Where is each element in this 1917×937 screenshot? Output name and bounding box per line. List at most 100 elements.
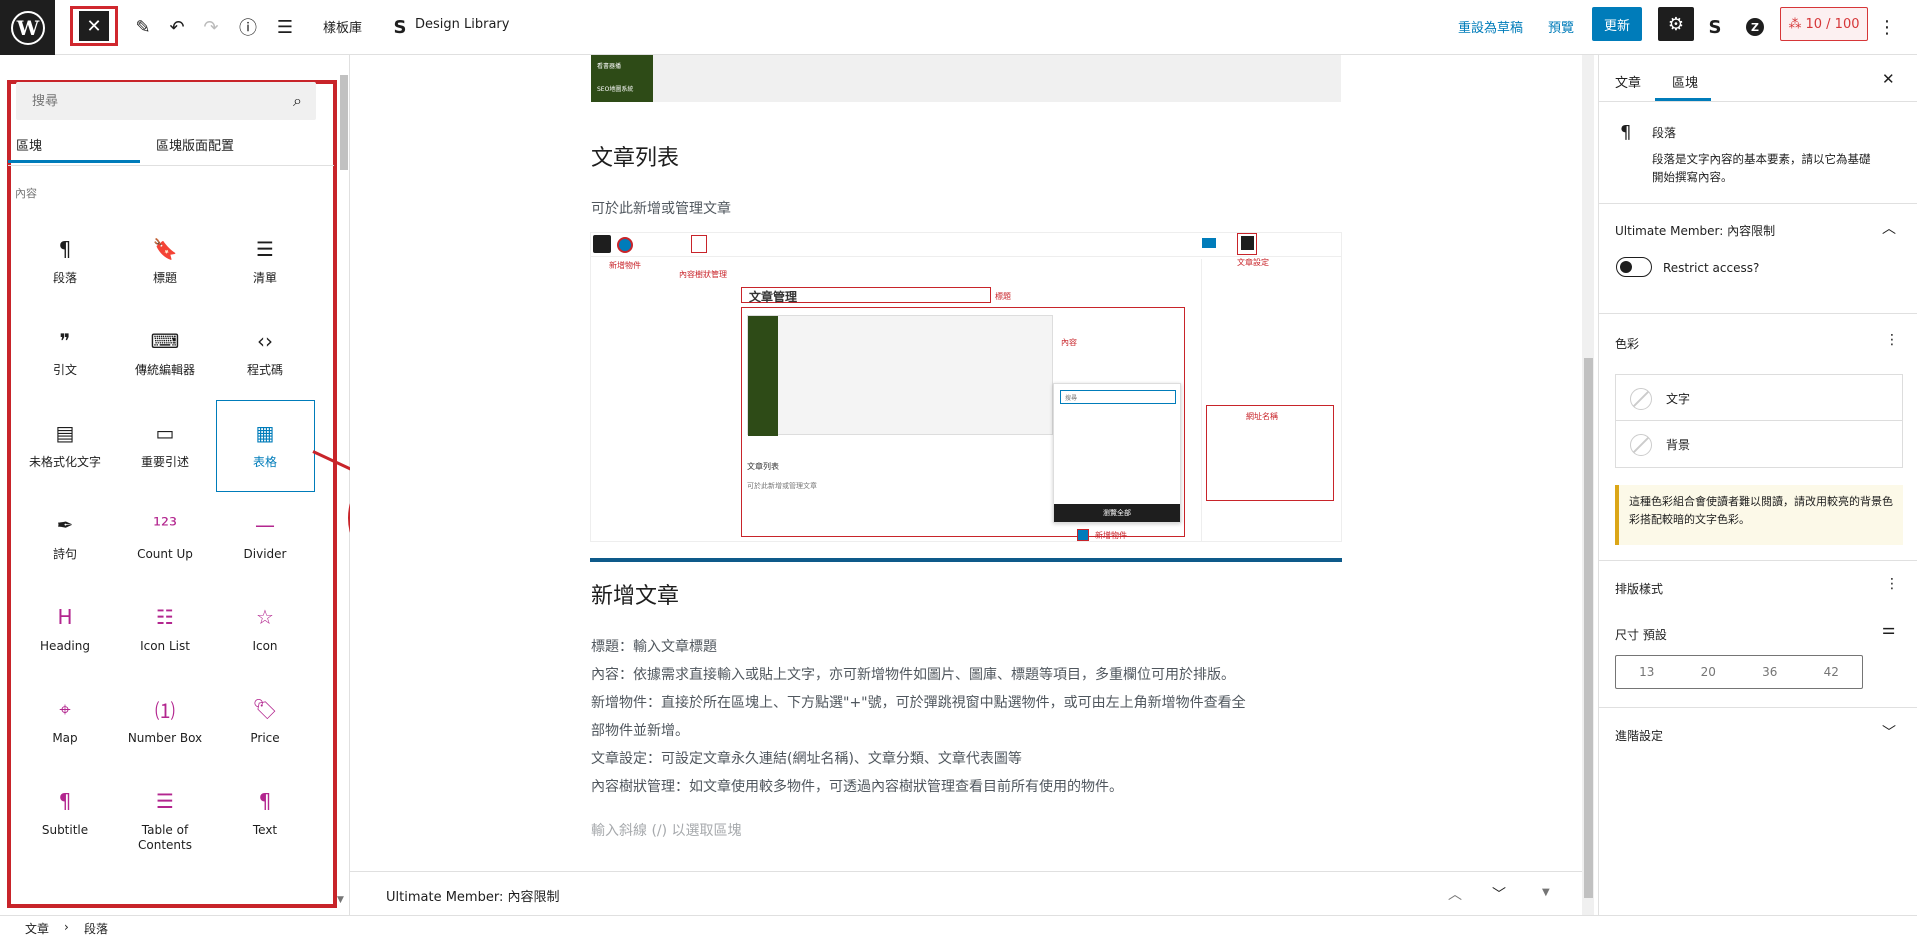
close-icon: ✕ [79, 11, 109, 41]
instruction-line: 內容樹狀管理：如文章使用較多物件，可透過內容樹狀管理查看目前所有使用的物件。 [591, 779, 1123, 795]
mini-inserter-popup: 搜尋 瀏覽全部 [1053, 383, 1181, 523]
block-item[interactable]: 🏷 Price [215, 695, 315, 746]
inserter-scrollbar[interactable] [340, 75, 348, 170]
block-item[interactable]: ¶ 段落 [15, 235, 115, 286]
block-item[interactable]: ‹› 程式碼 [215, 327, 315, 378]
color-background-row[interactable]: 背景 [1616, 421, 1902, 467]
restrict-access-toggle[interactable] [1616, 257, 1652, 277]
list-view-icon[interactable]: ☰ [270, 12, 300, 42]
block-item[interactable]: 🔖 標題 [115, 235, 215, 286]
block-item[interactable]: ☰ Table of Contents [115, 787, 215, 853]
block-item[interactable]: ¹²³ Count Up [115, 511, 215, 562]
font-size-picker[interactable]: 13 20 36 42 [1615, 655, 1863, 689]
seo-score-button[interactable]: ⁂ 10 / 100 [1780, 7, 1868, 41]
font-size-option[interactable]: 13 [1616, 656, 1678, 688]
divider [1599, 560, 1917, 561]
instructions-text[interactable]: 標題：輸入文章標題 內容：依據需求直接輸入或貼上文字，亦可新增物件如圖片、圖庫、… [591, 633, 1331, 801]
mini-browse-all: 瀏覽全部 [1054, 504, 1180, 522]
block-item[interactable]: ⌖ Map [15, 695, 115, 746]
paragraph-icon: ¶ [1620, 122, 1632, 143]
color-options-icon[interactable]: ⋮ [1885, 332, 1899, 348]
block-item[interactable]: ▤ 未格式化文字 [15, 419, 115, 470]
block-description-line: 段落是文字內容的基本要素，請以它為基礎 [1652, 152, 1871, 166]
section-heading-new-article[interactable]: 新增文章 [591, 578, 679, 610]
block-search-input[interactable] [16, 82, 266, 120]
update-button[interactable]: 更新 [1592, 7, 1642, 41]
tab-patterns[interactable]: 區塊版面配置 [156, 135, 234, 154]
block-description: 段落是文字內容的基本要素，請以它為基礎 開始撰寫內容。 [1652, 150, 1902, 186]
tab-blocks[interactable]: 區塊 [16, 135, 42, 154]
paragraph-icon: ¶ [58, 237, 72, 261]
meta-box-title[interactable]: Ultimate Member: 內容限制 [386, 886, 559, 905]
um-panel-title[interactable]: Ultimate Member: 內容限制 [1615, 222, 1775, 239]
section-heading-article-list[interactable]: 文章列表 [591, 140, 679, 172]
block-item[interactable]: H Heading [15, 603, 115, 654]
color-swatch-icon [1630, 434, 1652, 456]
mini-label-add: 新增物件 [609, 261, 641, 270]
block-item[interactable]: ¶ Text [215, 787, 315, 838]
custom-size-icon[interactable]: ⚌ [1882, 620, 1895, 638]
block-item[interactable]: ✒ 詩句 [15, 511, 115, 562]
mini-label-add-bottom: 新增物件 [1095, 531, 1127, 540]
chevron-down-icon[interactable]: ﹀ [1882, 722, 1896, 742]
close-sidebar-icon[interactable]: ✕ [1882, 70, 1895, 88]
price-tag-icon: 🏷 [252, 697, 278, 721]
block-item-label: Divider [243, 547, 287, 561]
breadcrumb-item[interactable]: 文章 [25, 920, 49, 937]
breadcrumb: 文章 › 段落 [0, 915, 1917, 937]
block-item[interactable]: ⌨ 傳統編輯器 [115, 327, 215, 378]
block-item-label: Table of Contents [138, 823, 192, 852]
settings-gear-icon[interactable]: ⚙ [1658, 7, 1694, 41]
tutorial-screenshot[interactable]: 新增物件 內容樹狀管理 文章設定 文章管理 標題 內容 文章列表 可於此新增或管… [590, 232, 1342, 542]
typography-options-icon[interactable]: ⋮ [1885, 576, 1899, 592]
mini-article-list: 文章列表 [747, 462, 779, 471]
pencil-tools-icon[interactable]: ✎ [128, 12, 158, 42]
undo-icon[interactable]: ↶ [162, 12, 192, 42]
chevron-up-icon[interactable]: ︿ [1882, 218, 1896, 238]
block-item[interactable]: ⑴ Number Box [115, 695, 215, 746]
svg-text:Z: Z [1751, 21, 1759, 34]
font-size-option[interactable]: 42 [1801, 656, 1863, 688]
block-item[interactable]: ▦ 表格 [215, 419, 315, 470]
info-icon[interactable]: ⓘ [233, 12, 263, 42]
toggle-knob [1620, 260, 1632, 273]
block-item[interactable]: — Divider [215, 511, 315, 562]
canvas-scrollbar-thumb[interactable] [1584, 358, 1593, 898]
advanced-panel-title[interactable]: 進階設定 [1615, 727, 1663, 744]
star-icon: ☆ [256, 605, 274, 629]
block-item[interactable]: ☆ Icon [215, 603, 315, 654]
stackable-icon[interactable]: S [1700, 12, 1730, 42]
instruction-line: 標題：輸入文章標題 [591, 639, 717, 655]
tab-block[interactable]: 區塊 [1672, 72, 1698, 91]
chevron-down-icon[interactable]: ﹀ [1492, 884, 1506, 904]
chevron-up-icon[interactable]: ︿ [1448, 884, 1462, 904]
block-item[interactable]: ❞ 引文 [15, 327, 115, 378]
wordpress-logo-icon[interactable]: W [0, 0, 55, 55]
block-search[interactable]: ⌕ [16, 82, 316, 120]
breadcrumb-item[interactable]: 段落 [84, 920, 108, 937]
font-size-option[interactable]: 20 [1678, 656, 1740, 688]
preview-button[interactable]: 預覽 [1548, 17, 1574, 36]
text-icon: ¶ [258, 789, 272, 813]
block-library-button[interactable]: 樣板庫 [323, 17, 362, 36]
close-inserter-button[interactable]: ✕ [70, 6, 118, 46]
scroll-down-icon[interactable]: ▼ [337, 895, 344, 905]
section-description[interactable]: 可於此新增或管理文章 [591, 195, 731, 223]
block-item[interactable]: ▭ 重要引述 [115, 419, 215, 470]
block-item-label: 重要引述 [140, 455, 189, 469]
font-size-option[interactable]: 36 [1739, 656, 1801, 688]
zeta-icon[interactable]: Z [1740, 12, 1770, 42]
tab-post[interactable]: 文章 [1615, 72, 1641, 91]
mini-inner-sidebar [748, 316, 778, 436]
block-placeholder[interactable]: 輸入斜線 (/) 以選取區塊 [591, 817, 742, 845]
block-item[interactable]: ¶ Subtitle [15, 787, 115, 838]
color-text-row[interactable]: 文字 [1616, 375, 1902, 421]
switch-to-draft-button[interactable]: 重設為草稿 [1458, 17, 1523, 36]
block-item-label: Map [52, 731, 78, 745]
caret-down-icon[interactable]: ▼ [1542, 887, 1550, 898]
design-library-button[interactable]: Design Library [415, 17, 509, 32]
block-item[interactable]: ☰ 清單 [215, 235, 315, 286]
redo-icon[interactable]: ↷ [196, 12, 226, 42]
more-options-icon[interactable]: ⋮ [1872, 12, 1902, 42]
block-item[interactable]: ☷ Icon List [115, 603, 215, 654]
